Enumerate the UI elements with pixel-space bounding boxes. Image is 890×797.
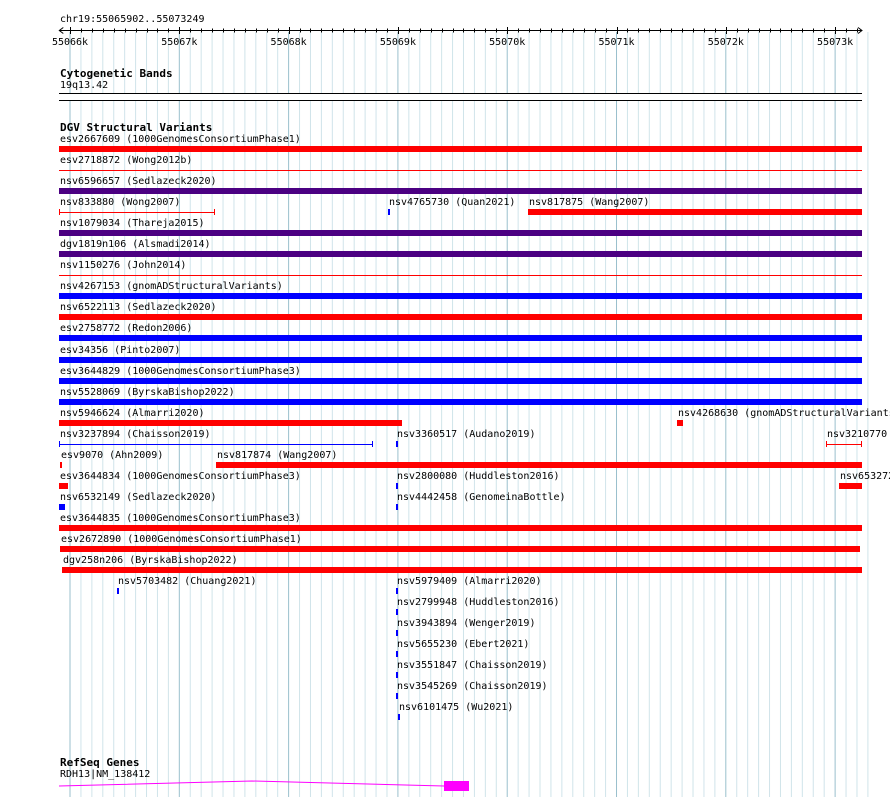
variant-glyph[interactable] [59,188,862,194]
variant-label[interactable]: nsv3943894 (Wenger2019) [397,618,535,630]
variant-glyph[interactable] [396,483,398,489]
variant-glyph[interactable] [59,230,862,236]
variant-label[interactable]: nsv4765730 (Quan2021) [389,197,515,209]
variant-label[interactable]: nsv3545269 (Chaisson2019) [397,681,548,693]
cytoband-label[interactable]: 19q13.42 [60,80,108,92]
variant-glyph[interactable] [826,441,862,447]
variant-glyph[interactable] [396,651,398,657]
variant-glyph[interactable] [59,170,862,171]
variant-label[interactable]: esv9070 (Ahn2009) [61,450,163,462]
variant-glyph[interactable] [396,672,398,678]
variant-label[interactable]: esv3644834 (1000GenomesConsortiumPhase3) [60,471,301,483]
variant-label[interactable]: esv34356 (Pinto2007) [60,345,180,357]
variant-glyph[interactable] [59,378,862,384]
gene-exon[interactable] [444,781,469,791]
variant-glyph[interactable] [839,483,862,489]
variant-label[interactable]: nsv2799948 (Huddleston2016) [397,597,560,609]
variant-label[interactable]: nsv4268630 (gnomADStructuralVariants) [678,408,890,420]
variant-glyph[interactable] [216,462,862,468]
variant-label[interactable]: dgv258n206 (ByrskaBishop2022) [63,555,238,567]
ruler-tick-label: 55072k [708,37,744,48]
variant-label[interactable]: nsv5655230 (Ebert2021) [397,639,529,651]
variant-label[interactable]: nsv1150276 (John2014) [60,260,186,272]
variant-glyph[interactable] [62,567,862,573]
variant-glyph[interactable] [396,693,398,699]
variant-glyph[interactable] [396,504,398,510]
variant-glyph[interactable] [59,209,215,215]
variant-label[interactable]: nsv817875 (Wang2007) [529,197,649,209]
variant-glyph[interactable] [59,293,862,299]
variant-glyph[interactable] [60,462,62,468]
variant-label[interactable]: nsv5528069 (ByrskaBishop2022) [60,387,235,399]
variant-glyph[interactable] [59,251,862,257]
variant-label[interactable]: nsv5946624 (Almarri2020) [60,408,205,420]
variant-label[interactable]: nsv817874 (Wang2007) [217,450,337,462]
gene-model-rdh13[interactable] [0,778,890,794]
variant-glyph[interactable] [59,357,862,363]
ruler-tick-label: 55066k [52,37,88,48]
variant-label[interactable]: nsv833880 (Wong2007) [60,197,180,209]
variant-label[interactable]: esv2667609 (1000GenomesConsortiumPhase1) [60,134,301,146]
variant-label[interactable]: nsv5703482 (Chuang2021) [118,576,256,588]
ruler-tick-label: 55067k [161,37,197,48]
variant-glyph[interactable] [528,209,862,215]
variant-glyph[interactable] [388,209,390,215]
variant-glyph[interactable] [59,483,68,489]
variant-glyph[interactable] [398,714,400,720]
variant-glyph[interactable] [396,630,398,636]
ruler-tick-label: 55071k [598,37,634,48]
variant-label[interactable]: dgv1819n106 (Alsmadi2014) [60,239,211,251]
coordinate-ruler[interactable]: 55066k 55067k 55068k 55069k 55070k 55071k 5507… [0,0,890,60]
variant-label[interactable]: nsv1079034 (Thareja2015) [60,218,205,230]
cytoband-ideogram[interactable] [59,93,862,101]
variant-glyph[interactable] [59,399,862,405]
variant-label[interactable]: nsv6596657 (Sedlazeck2020) [60,176,217,188]
variant-glyph[interactable] [60,546,860,552]
ruler-tick-label: 55069k [380,37,416,48]
variant-label[interactable]: nsv5979409 (Almarri2020) [397,576,542,588]
variant-label[interactable]: nsv3210770 (Chaisson2019) [827,429,890,441]
variant-label[interactable]: nsv2800080 (Huddleston2016) [397,471,560,483]
variant-glyph[interactable] [396,441,398,447]
cytogenetic-bands-track-title: Cytogenetic Bands [60,67,173,80]
ruler-tick-label: 55070k [489,37,525,48]
variant-glyph[interactable] [59,420,402,426]
variant-label[interactable]: esv2718872 (Wong2012b) [60,155,192,167]
variant-label[interactable]: nsv6532149 (Sedlazeck2020) [60,492,217,504]
variant-glyph[interactable] [59,335,862,341]
variant-glyph[interactable] [396,588,398,594]
gene-intron[interactable] [58,780,445,787]
genome-browser-view: chr19:55065902..55073249 55066k 55067k 550… [0,0,890,797]
variant-label[interactable]: nsv3237894 (Chaisson2019) [60,429,211,441]
variant-glyph[interactable] [59,275,862,276]
variant-label[interactable]: nsv4442458 (GenomeinaBottle) [397,492,566,504]
variant-label[interactable]: esv2672890 (1000GenomesConsortiumPhase1) [61,534,302,546]
variant-glyph[interactable] [59,525,862,531]
variant-glyph[interactable] [59,504,65,510]
refseq-track-title: RefSeq Genes [60,756,140,769]
dgv-track-title: DGV Structural Variants [60,121,213,134]
ruler-tick-label: 55068k [271,37,307,48]
variant-glyph[interactable] [59,441,373,447]
variant-glyph[interactable] [396,609,398,615]
variant-label[interactable]: nsv6522113 (Sedlazeck2020) [60,302,217,314]
variant-label[interactable]: nsv3551847 (Chaisson2019) [397,660,548,672]
variant-label[interactable]: nsv3360517 (Audano2019) [397,429,535,441]
variant-label[interactable]: nsv6532727 (Sedlazeck2020) [840,471,890,483]
variant-glyph[interactable] [677,420,683,426]
variant-label[interactable]: nsv4267153 (gnomADStructuralVariants) [60,281,283,293]
variant-label[interactable]: esv2758772 (Redon2006) [60,323,192,335]
variant-label[interactable]: esv3644835 (1000GenomesConsortiumPhase3) [60,513,301,525]
variant-glyph[interactable] [117,588,119,594]
ruler-tick-label: 55073k [817,37,853,48]
variant-glyph[interactable] [59,314,862,320]
variant-glyph[interactable] [59,146,862,152]
variant-label[interactable]: esv3644829 (1000GenomesConsortiumPhase3) [60,366,301,378]
variant-label[interactable]: nsv6101475 (Wu2021) [399,702,513,714]
